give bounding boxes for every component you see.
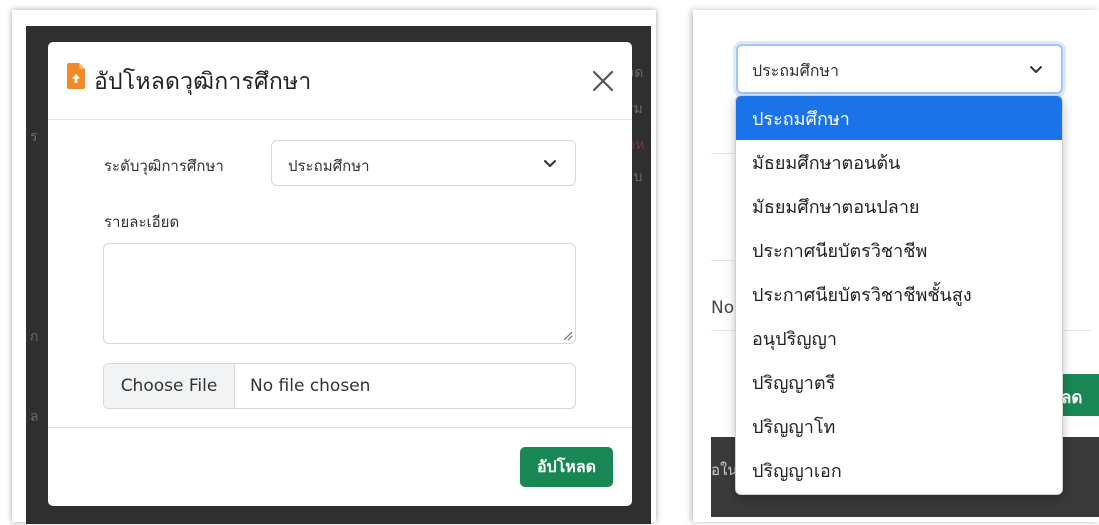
option-master[interactable]: ปริญญาโท	[736, 404, 1062, 448]
upload-modal: อัปโหลดวุฒิการศึกษา ระดับวุฒิการศึกษา ปร…	[48, 42, 632, 506]
education-level-select-focused[interactable]: ประถมศึกษา	[736, 44, 1063, 94]
detail-textarea[interactable]	[103, 243, 576, 344]
resize-grip-icon[interactable]	[561, 329, 573, 341]
file-status: No file chosen	[250, 376, 371, 396]
option-vocational-certificate[interactable]: ประกาศนียบัตรวิชาชีพ	[736, 228, 1062, 272]
modal-header: อัปโหลดวุฒิการศึกษา	[48, 42, 632, 120]
detail-label: รายละเอียด	[104, 213, 180, 231]
option-associate-degree[interactable]: อนุปริญญา	[736, 316, 1062, 360]
modal-screenshot: จด รม ดห ะบ ร ก ล อัปโหลดวุฒิการศึกษา ระ…	[12, 10, 656, 524]
backdrop-fragment: ก	[30, 329, 39, 345]
background-dark-bar-text: อใน	[711, 461, 738, 479]
chevron-down-icon	[544, 160, 556, 167]
backdrop-fragment: ล	[30, 409, 39, 425]
upload-button[interactable]: อัปโหลด	[520, 447, 613, 487]
option-upper-secondary[interactable]: มัธยมศึกษาตอนปลาย	[736, 184, 1062, 228]
option-bachelor[interactable]: ปริญญาตรี	[736, 360, 1062, 404]
option-primary[interactable]: ประถมศึกษา	[736, 96, 1062, 140]
backdrop-fragment: ร	[30, 129, 38, 145]
file-input[interactable]: Choose File No file chosen	[103, 363, 576, 409]
modal-footer-divider	[48, 427, 632, 428]
chevron-down-icon	[1030, 66, 1042, 73]
dropdown-screenshot: No ลด อใน ประถมศึกษา ประถมศึกษา มัธยมศึก…	[693, 10, 1099, 522]
education-level-options: ประถมศึกษา มัธยมศึกษาตอนต้น มัธยมศึกษาตอ…	[735, 95, 1063, 495]
file-upload-icon	[66, 63, 85, 89]
background-green-button-text: ลด	[1061, 388, 1083, 408]
close-icon[interactable]	[590, 68, 616, 94]
education-level-value: ประถมศึกษา	[752, 61, 839, 80]
education-level-select[interactable]: ประถมศึกษา	[271, 140, 576, 186]
education-level-label: ระดับวุฒิการศึกษา	[104, 157, 224, 175]
education-level-value: ประถมศึกษา	[288, 157, 370, 175]
option-doctorate[interactable]: ปริญญาเอก	[736, 448, 1062, 492]
modal-title: อัปโหลดวุฒิการศึกษา	[94, 69, 312, 95]
background-fragment-no: No	[711, 298, 735, 318]
option-high-vocational-certificate[interactable]: ประกาศนียบัตรวิชาชีพชั้นสูง	[736, 272, 1062, 316]
option-lower-secondary[interactable]: มัธยมศึกษาตอนต้น	[736, 140, 1062, 184]
choose-file-button[interactable]: Choose File	[104, 364, 235, 408]
